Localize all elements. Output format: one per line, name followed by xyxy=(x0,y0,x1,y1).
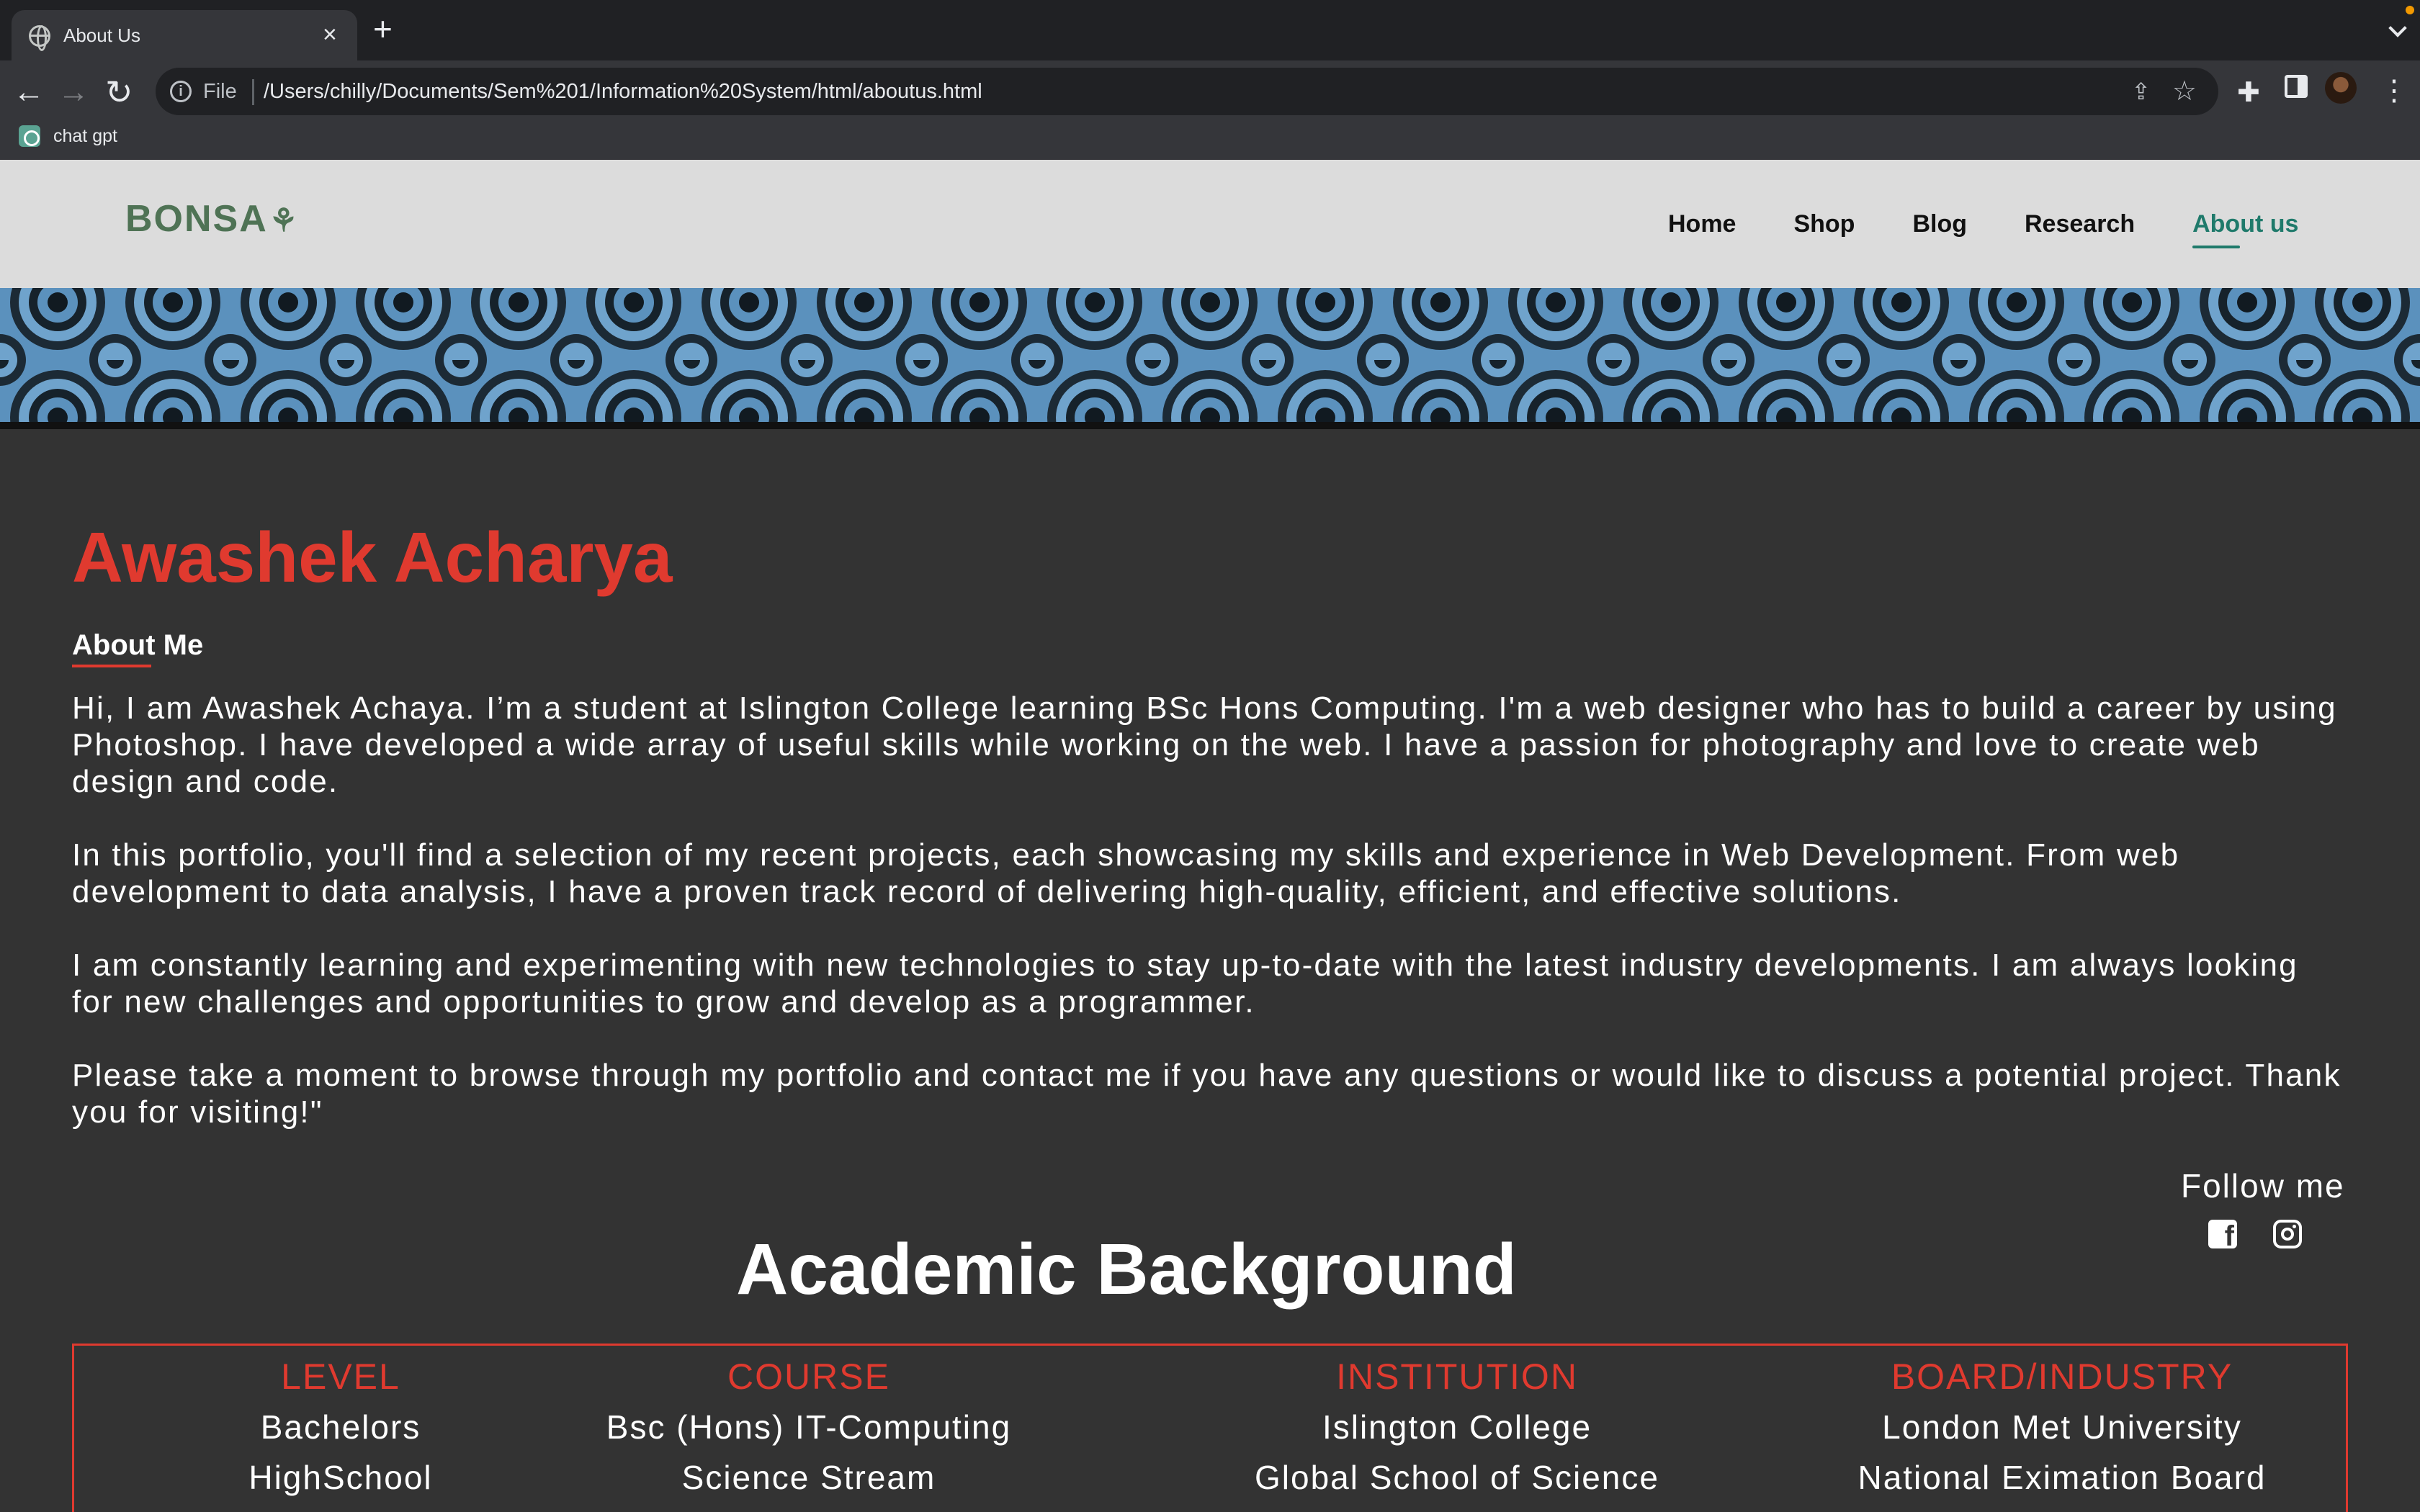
tab-title: About Us xyxy=(63,24,140,46)
bookmark-label: chat gpt xyxy=(53,125,117,146)
file-scheme-label: File xyxy=(203,80,237,103)
chatgpt-icon xyxy=(19,125,40,147)
close-tab-icon[interactable]: × xyxy=(323,20,337,49)
address-separator xyxy=(252,79,254,105)
hero-banner-pattern xyxy=(0,288,2420,429)
social-links: f xyxy=(2208,1220,2302,1248)
column-header: BOARD/INDUSTRY xyxy=(1891,1356,2233,1397)
column-header: COURSE xyxy=(727,1356,890,1397)
globe-icon xyxy=(29,25,50,51)
bio-paragraph: Please take a moment to browse through m… xyxy=(72,1058,2341,1130)
table-cell: Bachelors xyxy=(260,1408,421,1446)
academic-table: LEVEL Bachelors HighSchool COURSE Bsc (H… xyxy=(72,1344,2348,1512)
table-cell: London Met University xyxy=(1882,1408,2242,1446)
main-nav: Home Shop Blog Research About us xyxy=(1668,160,2298,288)
column-header: LEVEL xyxy=(281,1356,400,1397)
nav-shop[interactable]: Shop xyxy=(1793,210,1855,238)
table-cell: Global School of Science xyxy=(1255,1459,1659,1496)
browser-toolbar: ← → ↻ i File /Users/chilly/Documents/Sem… xyxy=(0,60,2420,173)
profile-name: Awashek Acharya xyxy=(72,518,673,597)
share-icon[interactable]: ⇪ xyxy=(2131,78,2151,105)
forward-arrow-icon[interactable]: → xyxy=(58,71,89,114)
nav-about-us[interactable]: About us xyxy=(2192,210,2298,248)
column-board: BOARD/INDUSTRY London Met University Nat… xyxy=(1738,1356,2386,1508)
academic-background-title: Academic Background xyxy=(736,1229,1517,1310)
instagram-icon[interactable] xyxy=(2273,1220,2302,1248)
browser-menu-icon[interactable]: ⋮ xyxy=(2380,69,2408,112)
site-logo[interactable]: BONSA⚘ xyxy=(125,197,299,240)
nav-blog[interactable]: Blog xyxy=(1912,210,1967,238)
follow-me-label: Follow me xyxy=(2181,1167,2345,1205)
column-level: LEVEL Bachelors HighSchool xyxy=(132,1356,550,1508)
table-cell: Bsc (Hons) IT-Computing xyxy=(606,1408,1012,1446)
nav-home[interactable]: Home xyxy=(1668,210,1736,238)
new-tab-button[interactable]: + xyxy=(373,12,393,45)
plant-icon: ⚘ xyxy=(269,203,300,238)
about-me-heading: About Me xyxy=(72,629,204,667)
table-cell: Islington College xyxy=(1322,1408,1592,1446)
address-bar[interactable]: i File /Users/chilly/Documents/Sem%201/I… xyxy=(156,68,2218,115)
side-panel-icon[interactable] xyxy=(2285,75,2308,98)
back-arrow-icon[interactable]: ← xyxy=(13,71,45,114)
info-icon[interactable]: i xyxy=(170,81,192,102)
nav-research[interactable]: Research xyxy=(2025,210,2135,238)
browser-tab-strip: About Us × + xyxy=(0,0,2420,60)
bookmark-star-icon[interactable]: ☆ xyxy=(2172,75,2197,107)
table-cell: National Eximation Board xyxy=(1857,1459,2267,1496)
notification-dot xyxy=(2406,6,2414,14)
column-course: COURSE Bsc (Hons) IT-Computing Science S… xyxy=(550,1356,1068,1508)
reload-icon[interactable]: ↻ xyxy=(105,71,133,114)
url-text[interactable]: /Users/chilly/Documents/Sem%201/Informat… xyxy=(264,80,982,104)
column-institution: INSTITUTION Islington College Global Sch… xyxy=(1155,1356,1760,1508)
profile-avatar[interactable] xyxy=(2325,72,2357,104)
logo-text: BONSA xyxy=(125,198,268,240)
bio-paragraph: I am constantly learning and experimenti… xyxy=(72,948,2298,1020)
tab-search-chevron-icon[interactable] xyxy=(2388,19,2407,37)
facebook-icon[interactable]: f xyxy=(2208,1220,2237,1248)
bio-paragraph: In this portfolio, you'll find a selecti… xyxy=(72,837,2180,909)
table-cell: Science Stream xyxy=(681,1459,936,1496)
site-header: BONSA⚘ Home Shop Blog Research About us xyxy=(0,160,2420,288)
bio-paragraph: Hi, I am Awashek Achaya. I’m a student a… xyxy=(72,690,2337,799)
column-header: INSTITUTION xyxy=(1336,1356,1578,1397)
bio-text: Hi, I am Awashek Achaya. I’m a student a… xyxy=(72,690,2348,1167)
extensions-puzzle-icon[interactable]: ✚ xyxy=(2237,76,2260,109)
bookmark-chat-gpt[interactable]: chat gpt xyxy=(19,125,117,147)
table-cell: HighSchool xyxy=(248,1459,433,1496)
browser-tab[interactable]: About Us × xyxy=(12,10,357,60)
